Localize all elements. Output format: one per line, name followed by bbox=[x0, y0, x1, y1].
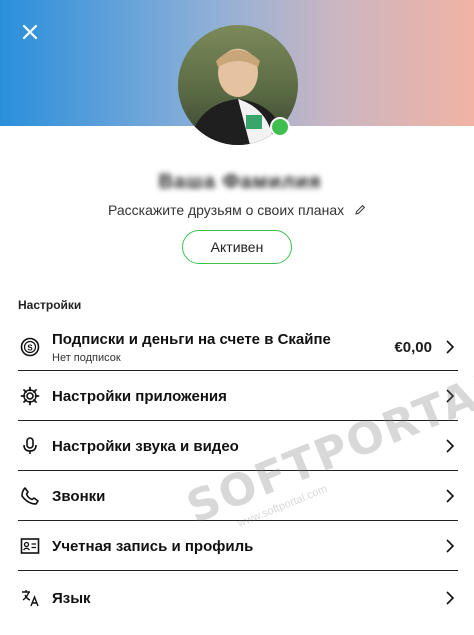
settings-item-language[interactable]: Язык bbox=[18, 574, 458, 622]
close-icon bbox=[22, 24, 38, 40]
settings-item-account[interactable]: Учетная запись и профиль bbox=[18, 522, 458, 571]
chevron-right-icon bbox=[442, 388, 458, 404]
account-card-icon bbox=[18, 534, 42, 558]
settings-item-app[interactable]: Настройки приложения bbox=[18, 372, 458, 421]
phone-icon bbox=[18, 484, 42, 508]
mood-message[interactable]: Расскажите друзьям о своих планах bbox=[0, 202, 474, 219]
close-button[interactable] bbox=[18, 20, 42, 44]
settings-item-subscriptions[interactable]: S Подписки и деньги на счете в Скайпе Не… bbox=[18, 324, 458, 371]
online-status-dot bbox=[270, 117, 290, 137]
microphone-icon bbox=[18, 434, 42, 458]
skype-credit-icon: S bbox=[18, 335, 42, 359]
chevron-right-icon bbox=[442, 538, 458, 554]
balance-value: €0,00 bbox=[394, 338, 432, 356]
status-button[interactable]: Активен bbox=[182, 230, 292, 264]
chevron-right-icon bbox=[442, 339, 458, 355]
profile-name[interactable]: Ваша Фамилия bbox=[142, 170, 338, 194]
gear-icon bbox=[18, 384, 42, 408]
language-icon bbox=[18, 586, 42, 610]
settings-item-calls[interactable]: Звонки bbox=[18, 472, 458, 521]
chevron-right-icon bbox=[442, 590, 458, 606]
settings-section-title: Настройки bbox=[18, 298, 82, 312]
svg-text:S: S bbox=[27, 344, 33, 353]
pencil-icon bbox=[354, 203, 366, 219]
chevron-right-icon bbox=[442, 488, 458, 504]
settings-item-audio-video[interactable]: Настройки звука и видео bbox=[18, 422, 458, 471]
chevron-right-icon bbox=[442, 438, 458, 454]
